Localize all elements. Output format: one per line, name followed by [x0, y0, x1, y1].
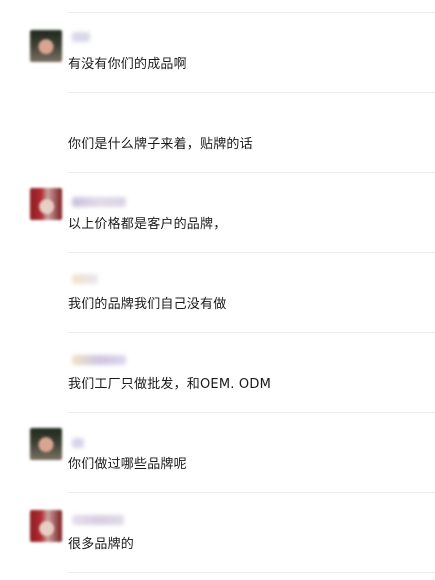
- message-text: 我们工厂只做批发，和OEM. ODM: [68, 377, 271, 392]
- message-text: 以上价格都是客户的品牌，: [68, 217, 227, 232]
- message-divider: [68, 172, 435, 173]
- message-text: 你们是什么牌子来着，贴牌的话: [68, 137, 253, 152]
- message-divider: [68, 92, 435, 93]
- sender-name-blurred: [72, 515, 124, 525]
- message-divider: [68, 412, 435, 413]
- sender-name-blurred: [72, 355, 126, 365]
- avatar[interactable]: [30, 30, 62, 62]
- avatar[interactable]: [30, 188, 62, 220]
- avatar[interactable]: [30, 510, 62, 542]
- message-text: 很多品牌的: [68, 537, 135, 552]
- message-divider: [68, 492, 435, 493]
- avatar[interactable]: [30, 428, 62, 460]
- message-divider: [68, 572, 435, 573]
- message-divider: [68, 332, 435, 333]
- message-divider: [68, 12, 435, 13]
- message-text: 你们做过哪些品牌呢: [68, 457, 187, 472]
- message-text: 有没有你们的成品啊: [68, 57, 187, 72]
- message-text: 我们的品牌我们自己没有做: [68, 297, 227, 312]
- sender-name-blurred: [72, 32, 90, 42]
- sender-name-blurred: [72, 197, 126, 207]
- sender-name-blurred: [72, 438, 84, 448]
- message-divider: [68, 252, 435, 253]
- sender-name-blurred: [72, 274, 98, 284]
